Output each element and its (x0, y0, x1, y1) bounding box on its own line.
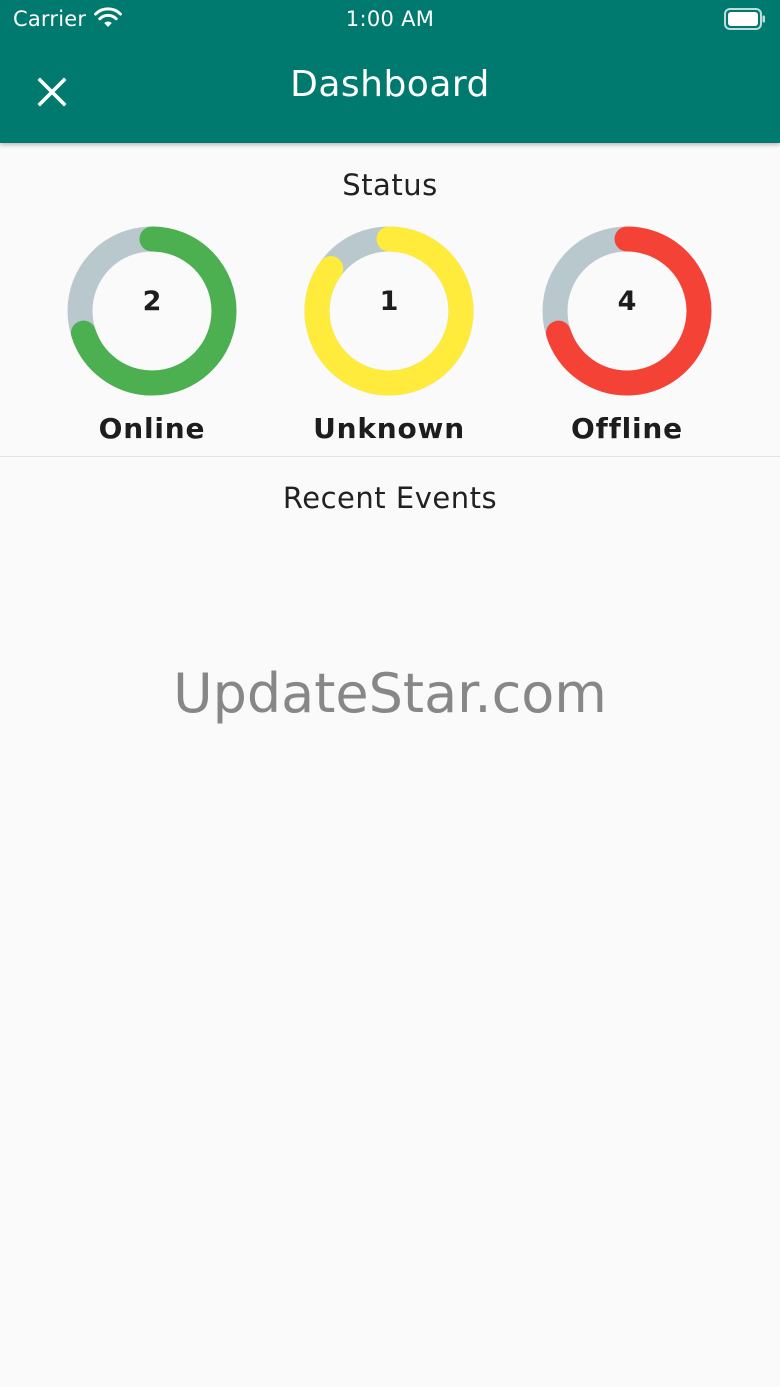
status-section-title: Status (342, 168, 438, 202)
unknown-label: Unknown (313, 412, 465, 445)
recent-events-title: Recent Events (282, 481, 498, 515)
online-count: 2 (142, 286, 162, 317)
unknown-count: 1 (379, 286, 399, 317)
offline-count: 4 (617, 286, 637, 317)
offline-label: Offline (571, 412, 683, 445)
status-card-online[interactable]: 2 Online (42, 226, 262, 456)
status-card-offline[interactable]: 4 Offline (517, 226, 737, 456)
page-title: Dashboard (290, 64, 490, 105)
section-divider (0, 456, 780, 457)
status-card-unknown[interactable]: 1 Unknown (279, 226, 499, 456)
watermark: UpdateStar.com (173, 662, 607, 725)
app-bar: Carrier 1:00 AM Dashboard (0, 0, 780, 143)
online-label: Online (98, 412, 206, 445)
battery-icon (724, 8, 765, 30)
clock: 1:00 AM (345, 7, 435, 31)
status-bar: Carrier 1:00 AM (0, 0, 780, 40)
